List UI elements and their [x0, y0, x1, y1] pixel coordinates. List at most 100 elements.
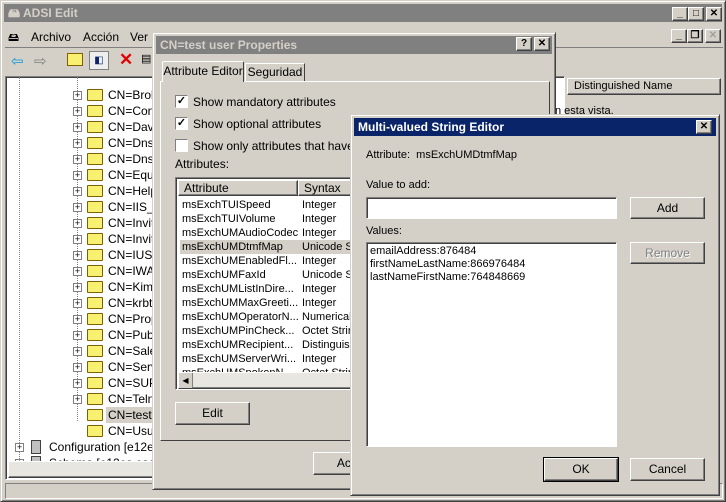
expand-icon[interactable]: + [73, 155, 82, 164]
close-button[interactable]: ✕ [706, 7, 722, 21]
tree-item-label: CN=Invit [108, 232, 155, 246]
attribute-name: msExchUMEnabledFl... [182, 255, 297, 267]
show-tree-icon[interactable]: ◧ [89, 51, 109, 70]
properties-icon[interactable]: ▤ [141, 52, 151, 65]
mdi-close-button[interactable]: ✕ [705, 29, 721, 43]
attribute-row[interactable]: msExchUMEnabledFl... Integer [180, 254, 374, 268]
checkbox-row[interactable]: Show only attributes that have va [175, 138, 375, 154]
up-folder-icon[interactable] [67, 53, 83, 66]
expand-icon[interactable]: + [73, 203, 82, 212]
delete-icon[interactable]: ✕ [119, 50, 133, 70]
attribute-row[interactable]: msExchTUISpeed Integer [180, 198, 374, 212]
expand-icon[interactable]: + [73, 379, 82, 388]
mdi-restore-button[interactable]: ❐ [687, 29, 703, 43]
expand-icon[interactable]: + [73, 347, 82, 356]
folder-icon [87, 217, 103, 229]
value-item[interactable]: emailAddress:876484 [370, 245, 613, 258]
value-item[interactable]: firstNameLastName:866976484 [370, 258, 613, 271]
scroll-left-icon[interactable]: ◀ [179, 373, 193, 388]
tree-item-label: CN=Invit [108, 216, 155, 230]
column-label: Distinguished Name [574, 80, 673, 92]
server-icon [31, 440, 41, 454]
attributes-hscrollbar[interactable]: ◀ [178, 372, 374, 389]
mv-title-bar: Multi-valued String Editor [354, 118, 716, 136]
menu-ver[interactable]: Ver [130, 30, 148, 44]
expand-icon[interactable]: + [73, 107, 82, 116]
doc-icon: 🖴 [8, 32, 20, 44]
folder-icon [87, 377, 103, 389]
checkbox[interactable]: ✓ [175, 95, 188, 108]
list-header-distinguished-name[interactable]: Distinguished Name [567, 78, 721, 95]
attribute-row[interactable]: msExchUMMaxGreeti... Integer [180, 296, 374, 310]
checkbox-row[interactable]: ✓ Show optional attributes [175, 116, 375, 132]
minimize-button[interactable]: _ [672, 7, 688, 21]
folder-icon [87, 201, 103, 213]
expand-icon[interactable]: + [73, 315, 82, 324]
expand-icon[interactable]: + [73, 283, 82, 292]
remove-button[interactable]: Remove [630, 242, 705, 264]
expand-icon[interactable]: + [73, 235, 82, 244]
attribute-row[interactable]: msExchUMOperatorN... Numerical [180, 310, 374, 324]
add-button[interactable]: Add [630, 197, 705, 219]
menu-accion[interactable]: Acción [83, 30, 119, 44]
expand-icon[interactable]: + [73, 299, 82, 308]
expand-icon[interactable]: + [15, 443, 24, 452]
properties-close-button[interactable]: ✕ [534, 37, 550, 51]
values-list[interactable]: emailAddress:876484 firstNameLastName:86… [366, 242, 617, 447]
attribute-row[interactable]: msExchUMRecipient... Distinguish [180, 338, 374, 352]
attribute-row[interactable]: msExchUMDtmfMap Unicode S [180, 240, 374, 254]
expand-icon[interactable]: + [73, 331, 82, 340]
cancel-button[interactable]: Cancel [630, 458, 705, 481]
edit-button[interactable]: Edit [175, 402, 250, 425]
attribute-row[interactable]: msExchUMFaxId Unicode S [180, 268, 374, 282]
attribute-syntax: Integer [302, 213, 337, 225]
folder-icon [87, 425, 103, 437]
mdi-minimize-button[interactable]: _ [671, 29, 687, 43]
attribute-row[interactable]: msExchUMAudioCodec Integer [180, 226, 374, 240]
attributes-list[interactable]: Attribute Syntax msExchTUISpeed Integer … [175, 177, 375, 390]
forward-icon[interactable]: ⇨ [34, 52, 47, 70]
attribute-syntax: Unicode S [302, 241, 353, 253]
expand-icon[interactable]: + [73, 139, 82, 148]
attribute-name: msExchUMServerWri... [182, 353, 297, 365]
tab-attribute-editor[interactable]: Attribute Editor [162, 61, 244, 82]
expand-icon[interactable]: + [73, 171, 82, 180]
mv-close-button[interactable]: ✕ [696, 120, 712, 134]
attribute-name: msExchUMMaxGreeti... [182, 297, 299, 309]
expand-icon[interactable]: + [73, 187, 82, 196]
attribute-name: msExchUMListInDire... [182, 283, 294, 295]
value-item[interactable]: lastNameFirstName:764848669 [370, 271, 613, 284]
checkbox[interactable]: ✓ [175, 117, 188, 130]
properties-title-bar: CN=test user Properties [156, 36, 552, 54]
tab-seguridad[interactable]: Seguridad [245, 63, 305, 81]
attribute-syntax: Distinguish [302, 339, 356, 351]
tree-line [19, 77, 20, 467]
expand-icon[interactable]: + [73, 395, 82, 404]
expand-icon[interactable]: + [73, 267, 82, 276]
attribute-name: msExchUMRecipient... [182, 339, 294, 351]
folder-icon [87, 361, 103, 373]
app-icon: 🖴 [8, 6, 24, 20]
expand-icon[interactable]: + [73, 219, 82, 228]
checkbox-row[interactable]: ✓ Show mandatory attributes [175, 94, 375, 110]
maximize-button[interactable]: □ [688, 7, 704, 21]
folder-icon [87, 137, 103, 149]
help-button[interactable]: ? [516, 37, 532, 51]
ok-button[interactable]: OK [543, 457, 619, 482]
attribute-label: Attribute: [366, 149, 411, 161]
main-title-bar: 🖴 ADSI Edit [4, 4, 722, 22]
attribute-row[interactable]: msExchTUIVolume Integer [180, 212, 374, 226]
back-icon[interactable]: ⇦ [11, 52, 24, 70]
checkbox[interactable] [175, 139, 188, 152]
expand-icon[interactable]: + [73, 91, 82, 100]
attribute-row[interactable]: msExchUMServerWri... Integer [180, 352, 374, 366]
expand-icon[interactable]: + [73, 251, 82, 260]
attribute-row[interactable]: msExchUMPinCheck... Octet Strir [180, 324, 374, 338]
attribute-row[interactable]: msExchUMListInDire... Integer [180, 282, 374, 296]
expand-icon[interactable]: + [73, 363, 82, 372]
column-header-attribute[interactable]: Attribute [178, 180, 298, 196]
attribute-name: msExchUMFaxId [182, 269, 266, 281]
expand-icon[interactable]: + [73, 123, 82, 132]
value-to-add-input[interactable] [366, 197, 617, 219]
menu-archivo[interactable]: Archivo [31, 30, 71, 44]
